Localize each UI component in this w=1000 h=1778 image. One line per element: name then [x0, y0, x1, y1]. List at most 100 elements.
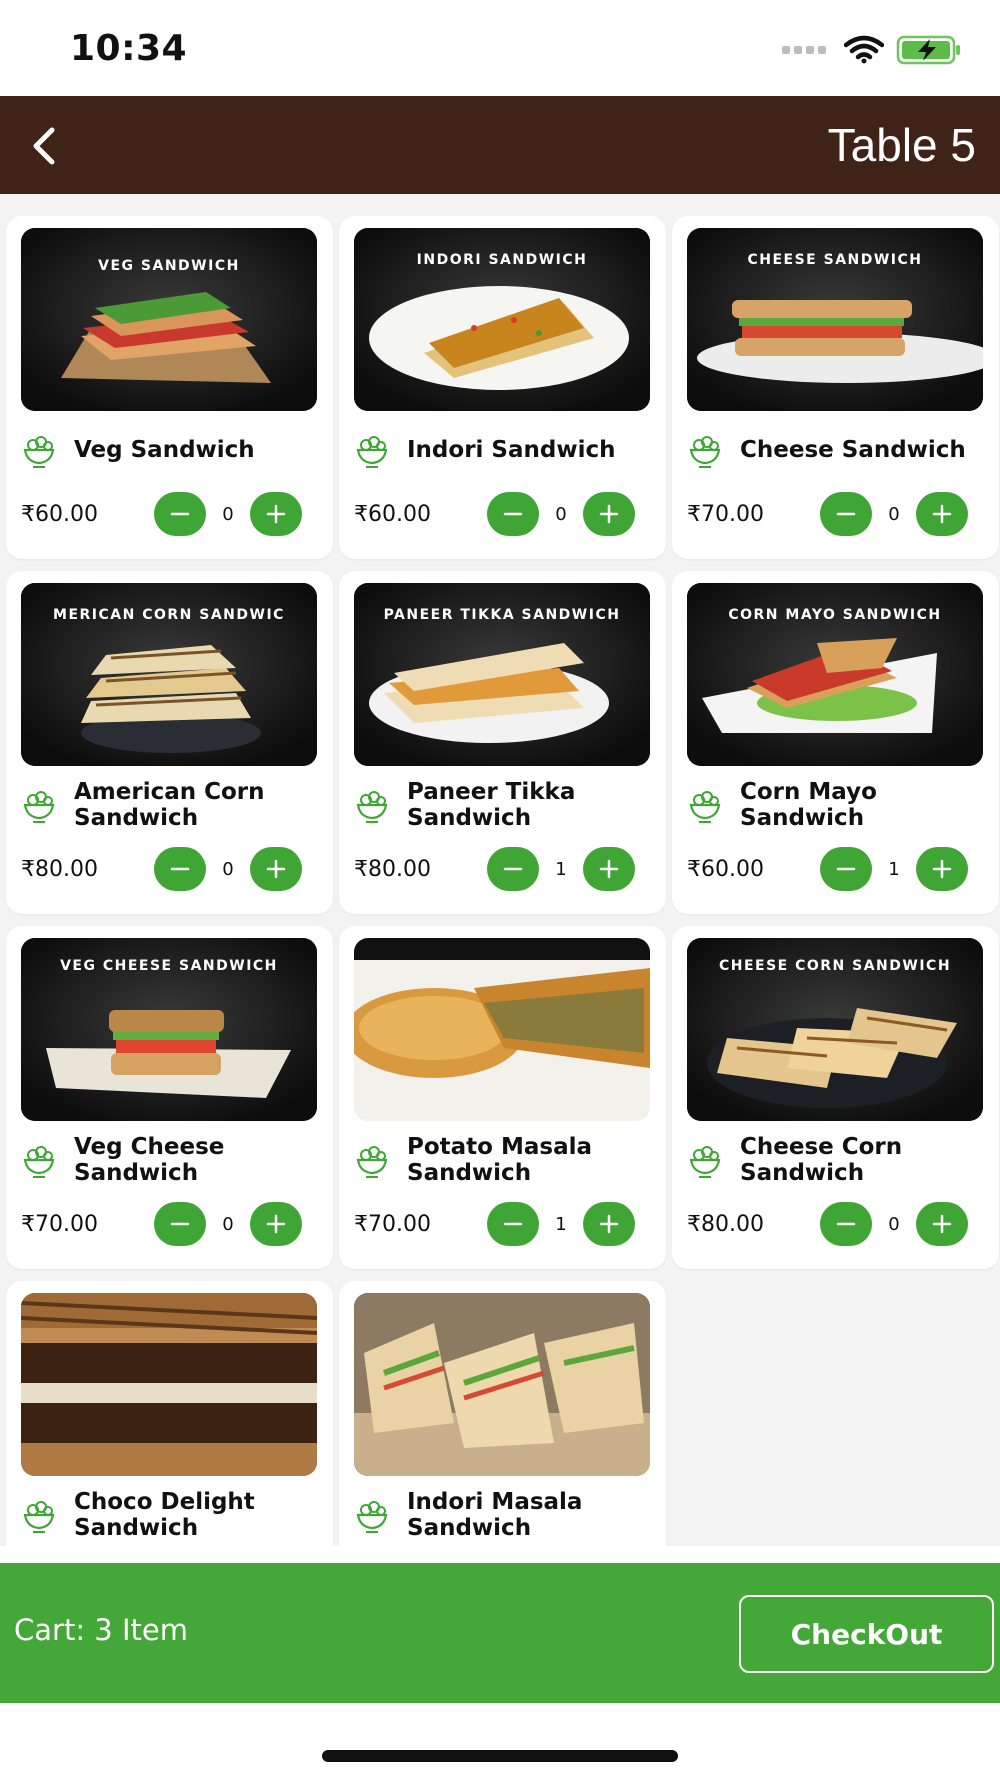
minus-icon	[836, 512, 856, 516]
plus-icon	[266, 1214, 286, 1234]
cart-summary: Cart: 3 Item	[14, 1613, 188, 1647]
product-card[interactable]: CHEESE SANDWICH Cheese Sandwich ₹70.00 0	[672, 216, 999, 559]
product-name: Choco Delight Sandwich	[74, 1489, 255, 1541]
quantity-stepper: 1	[487, 1202, 635, 1246]
image-caption: VEG CHEESE SANDWICH	[60, 958, 278, 974]
product-name: Indori Sandwich	[407, 437, 616, 463]
plus-icon	[599, 859, 619, 879]
minus-icon	[170, 512, 190, 516]
product-card[interactable]: CHEESE CORN SANDWICH Cheese Corn Sandwic…	[672, 926, 999, 1269]
plus-icon	[266, 504, 286, 524]
product-card[interactable]: MERICAN CORN SANDWIC American Corn Sandw…	[6, 571, 333, 914]
veg-bowl-icon	[23, 791, 55, 823]
plus-icon	[266, 859, 286, 879]
minus-icon	[170, 867, 190, 871]
battery-charging-icon	[896, 35, 960, 65]
back-button[interactable]	[16, 118, 72, 174]
product-price: ₹80.00	[21, 857, 98, 882]
chevron-left-icon	[33, 127, 55, 165]
veg-bowl-icon	[23, 1501, 55, 1533]
increase-quantity-button[interactable]	[583, 1202, 635, 1246]
status-icons	[782, 34, 962, 66]
quantity-stepper: 0	[154, 1202, 302, 1246]
product-image: VEG SANDWICH	[21, 228, 317, 411]
veg-bowl-icon	[356, 1146, 388, 1178]
product-card[interactable]: CORN MAYO SANDWICH Corn Mayo Sandwich ₹6…	[672, 571, 999, 914]
plus-icon	[932, 859, 952, 879]
product-name: Cheese Corn Sandwich	[740, 1134, 903, 1186]
image-caption: VEG SANDWICH	[98, 258, 240, 274]
product-name: Corn Mayo Sandwich	[740, 779, 877, 831]
product-image: PANEER TIKKA SANDWICH	[354, 583, 650, 766]
product-name: Cheese Sandwich	[740, 437, 966, 463]
product-grid-scroll[interactable]: VEG SANDWICH Veg Sandwich ₹60.00 0 INDOR…	[0, 194, 1000, 1546]
product-image: VEG CHEESE SANDWICH	[21, 938, 317, 1121]
product-image: CHEESE SANDWICH	[687, 228, 983, 411]
minus-icon	[503, 512, 523, 516]
minus-icon	[836, 867, 856, 871]
product-grid: VEG SANDWICH Veg Sandwich ₹60.00 0 INDOR…	[6, 216, 999, 1546]
decrease-quantity-button[interactable]	[820, 847, 872, 891]
veg-bowl-icon	[356, 1501, 388, 1533]
product-card[interactable]: Choco Delight Sandwich	[6, 1281, 333, 1546]
decrease-quantity-button[interactable]	[154, 847, 206, 891]
home-indicator[interactable]	[322, 1750, 678, 1762]
product-price: ₹80.00	[354, 857, 431, 882]
increase-quantity-button[interactable]	[583, 492, 635, 536]
decrease-quantity-button[interactable]	[154, 1202, 206, 1246]
decrease-quantity-button[interactable]	[820, 492, 872, 536]
product-card[interactable]: PANEER TIKKA SANDWICH Paneer Tikka Sandw…	[339, 571, 666, 914]
quantity-value: 0	[222, 503, 234, 525]
increase-quantity-button[interactable]	[916, 1202, 968, 1246]
decrease-quantity-button[interactable]	[487, 847, 539, 891]
increase-quantity-button[interactable]	[916, 847, 968, 891]
product-price: ₹80.00	[687, 1212, 764, 1237]
quantity-value: 1	[555, 858, 567, 880]
status-time: 10:34	[70, 28, 188, 69]
quantity-stepper: 0	[820, 1202, 968, 1246]
product-image	[21, 1293, 317, 1476]
product-image: CHEESE CORN SANDWICH	[687, 938, 983, 1121]
decrease-quantity-button[interactable]	[154, 492, 206, 536]
increase-quantity-button[interactable]	[250, 1202, 302, 1246]
product-card[interactable]: Potato Masala Sandwich ₹70.00 1	[339, 926, 666, 1269]
quantity-value: 1	[888, 858, 900, 880]
veg-bowl-icon	[356, 791, 388, 823]
quantity-value: 0	[555, 503, 567, 525]
decrease-quantity-button[interactable]	[820, 1202, 872, 1246]
increase-quantity-button[interactable]	[916, 492, 968, 536]
product-name: Potato Masala Sandwich	[407, 1134, 592, 1186]
status-bar: 10:34	[0, 0, 1000, 96]
page-title: Table 5	[827, 119, 976, 171]
product-name: Veg Sandwich	[74, 437, 255, 463]
product-card[interactable]: VEG CHEESE SANDWICH Veg Cheese Sandwich …	[6, 926, 333, 1269]
minus-icon	[170, 1222, 190, 1226]
veg-bowl-icon	[356, 436, 388, 468]
veg-bowl-icon	[689, 1146, 721, 1178]
veg-bowl-icon	[23, 436, 55, 468]
sandwich-image-art	[21, 1293, 317, 1476]
quantity-stepper: 1	[820, 847, 968, 891]
checkout-button[interactable]: CheckOut	[739, 1595, 994, 1673]
increase-quantity-button[interactable]	[583, 847, 635, 891]
product-price: ₹60.00	[687, 857, 764, 882]
product-image: MERICAN CORN SANDWIC	[21, 583, 317, 766]
increase-quantity-button[interactable]	[250, 847, 302, 891]
image-caption: PANEER TIKKA SANDWICH	[383, 607, 621, 623]
product-name: American Corn Sandwich	[74, 779, 265, 831]
decrease-quantity-button[interactable]	[487, 1202, 539, 1246]
veg-bowl-icon	[23, 1146, 55, 1178]
product-image	[354, 1293, 650, 1476]
minus-icon	[503, 1222, 523, 1226]
quantity-stepper: 0	[820, 492, 968, 536]
sandwich-image-art	[354, 938, 650, 1121]
product-price: ₹70.00	[21, 1212, 98, 1237]
product-name: Indori Masala Sandwich	[407, 1489, 583, 1541]
decrease-quantity-button[interactable]	[487, 492, 539, 536]
increase-quantity-button[interactable]	[250, 492, 302, 536]
plus-icon	[599, 504, 619, 524]
product-name: Veg Cheese Sandwich	[74, 1134, 225, 1186]
product-card[interactable]: Indori Masala Sandwich	[339, 1281, 666, 1546]
product-card[interactable]: INDORI SANDWICH Indori Sandwich ₹60.00 0	[339, 216, 666, 559]
product-card[interactable]: VEG SANDWICH Veg Sandwich ₹60.00 0	[6, 216, 333, 559]
